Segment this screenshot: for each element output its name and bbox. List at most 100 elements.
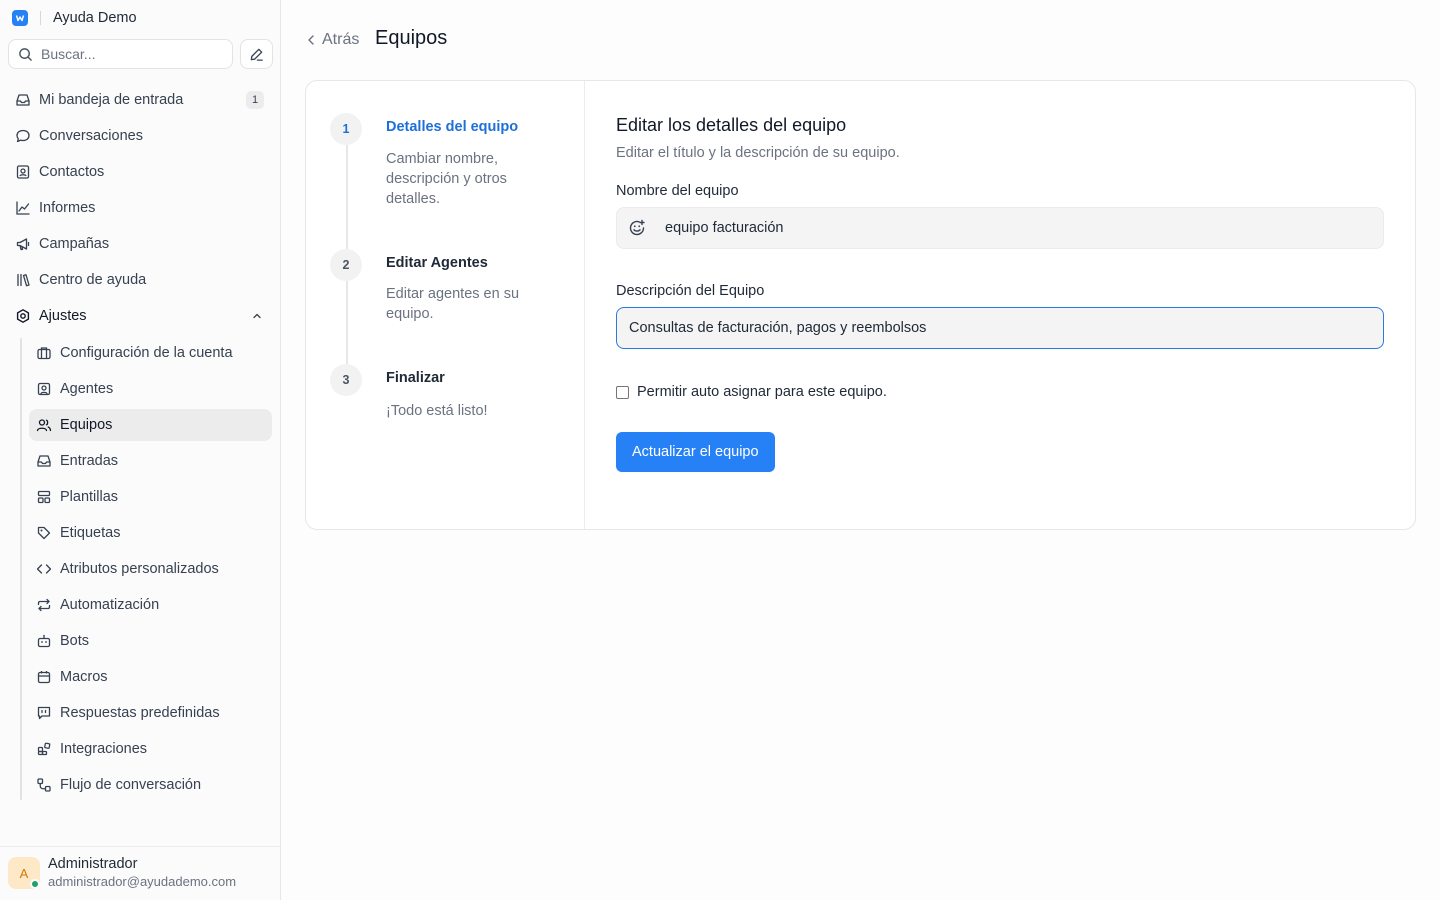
settings-item-canned-responses[interactable]: Respuestas predefinidas	[29, 697, 272, 729]
nav-item-label: Contactos	[39, 164, 105, 180]
briefcase-icon	[37, 347, 51, 360]
person-square-icon	[37, 382, 51, 396]
nav-item-label: Ajustes	[39, 308, 87, 324]
settings-item-label: Bots	[60, 633, 90, 649]
contact-card-icon	[16, 165, 30, 179]
step-title: Detalles del equipo	[386, 119, 519, 135]
chat-bubble-icon	[16, 129, 30, 143]
settings-item-label: Respuestas predefinidas	[60, 705, 220, 721]
arrows-repeat-icon	[37, 598, 51, 612]
settings-item-templates[interactable]: Plantillas	[29, 481, 272, 513]
settings-item-custom-attributes[interactable]: Atributos personalizados	[29, 553, 272, 585]
settings-gear-icon	[16, 309, 30, 323]
nav-item-label: Campañas	[39, 236, 110, 252]
settings-item-labels[interactable]: Etiquetas	[29, 517, 272, 549]
bot-icon	[37, 634, 51, 648]
template-layout-icon	[37, 490, 51, 504]
compose-button[interactable]	[240, 39, 273, 69]
settings-item-integrations[interactable]: Integraciones	[29, 733, 272, 765]
step-connector	[346, 145, 348, 249]
nav-item-label: Centro de ayuda	[39, 272, 147, 288]
step-number: 1	[330, 113, 362, 145]
auto-assign-label: Permitir auto asignar para este equipo.	[637, 384, 887, 400]
search-icon	[19, 47, 32, 61]
settings-item-automation[interactable]: Automatización	[29, 589, 272, 621]
settings-item-label: Macros	[60, 669, 108, 685]
settings-item-account[interactable]: Configuración de la cuenta	[29, 337, 272, 369]
step-title: Editar Agentes	[386, 255, 488, 271]
step-number: 2	[330, 249, 362, 281]
settings-item-label: Agentes	[60, 381, 114, 397]
nav-item-reports[interactable]: Informes	[8, 192, 272, 224]
step-title: Finalizar	[386, 370, 445, 386]
library-books-icon	[17, 273, 30, 287]
team-name-label: Nombre del equipo	[616, 183, 739, 199]
nav-item-inbox[interactable]: Mi bandeja de entrada 1	[8, 84, 272, 116]
settings-item-label: Integraciones	[60, 741, 148, 757]
step-description: Editar agentes en su equipo.	[386, 286, 520, 322]
code-brackets-icon	[36, 564, 52, 574]
auto-assign-checkbox[interactable]	[616, 385, 629, 399]
form-subtitle: Editar el título y la descripción de su …	[616, 145, 900, 161]
page-title: Equipos	[375, 27, 448, 49]
nav-item-campaigns[interactable]: Campañas	[8, 228, 272, 260]
line-chart-icon	[16, 201, 30, 215]
brand-separator	[40, 11, 41, 25]
settings-item-label: Configuración de la cuenta	[60, 345, 233, 361]
back-button[interactable]: Atrás	[306, 30, 359, 50]
settings-item-agents[interactable]: Agentes	[29, 373, 272, 405]
card-divider	[584, 81, 585, 529]
settings-subtree-line	[20, 338, 22, 800]
user-profile[interactable]: A Administrador administrador@ayudademo.…	[0, 846, 280, 900]
online-status-indicator	[30, 879, 40, 889]
team-description-field[interactable]	[616, 307, 1384, 349]
step-description: Cambiar nombre, descripción y otros deta…	[386, 151, 507, 207]
settings-item-label: Entradas	[60, 453, 119, 469]
step-connector	[346, 281, 348, 365]
user-name: Administrador	[48, 856, 138, 872]
settings-item-macros[interactable]: Macros	[29, 661, 272, 693]
nav-item-contacts[interactable]: Contactos	[8, 156, 272, 188]
team-description-label: Descripción del Equipo	[616, 283, 765, 299]
smiley-plus-icon	[629, 219, 645, 236]
form-title: Editar los detalles del equipo	[616, 115, 847, 135]
tag-icon	[37, 526, 51, 540]
settings-item-label: Automatización	[60, 597, 160, 613]
team-edit-card: 1 Detalles del equipo Cambiar nombre, de…	[305, 80, 1416, 530]
nav-item-help-center[interactable]: Centro de ayuda	[8, 264, 272, 296]
brand[interactable]: Ayuda Demo	[12, 9, 137, 27]
auto-assign-row[interactable]: Permitir auto asignar para este equipo.	[616, 384, 887, 400]
nav-item-label: Informes	[39, 200, 96, 216]
brand-logo-icon	[12, 10, 28, 26]
megaphone-icon	[16, 238, 30, 251]
nav-item-label: Conversaciones	[39, 128, 143, 144]
chevron-up-icon[interactable]	[251, 310, 263, 322]
flow-nodes-icon	[37, 778, 51, 792]
brand-name: Ayuda Demo	[53, 10, 137, 26]
update-team-button[interactable]: Actualizar el equipo	[616, 432, 775, 472]
nav-item-conversations[interactable]: Conversaciones	[8, 120, 272, 152]
settings-item-inboxes[interactable]: Entradas	[29, 445, 272, 477]
search-input[interactable]	[41, 46, 221, 62]
team-name-field[interactable]	[616, 207, 1384, 249]
team-users-icon	[36, 419, 52, 432]
nav-item-settings[interactable]: Ajustes	[8, 300, 272, 332]
settings-item-label: Equipos	[60, 417, 113, 433]
settings-item-teams[interactable]: Equipos	[29, 409, 272, 441]
back-label: Atrás	[322, 31, 360, 48]
settings-item-conversation-flow[interactable]: Flujo de conversación	[29, 769, 272, 801]
calendar-box-icon	[37, 671, 51, 684]
unread-count-badge: 1	[246, 91, 264, 109]
step-number: 3	[330, 364, 362, 396]
settings-item-bots[interactable]: Bots	[29, 625, 272, 657]
step-description: ¡Todo está listo!	[386, 403, 488, 419]
search-box[interactable]	[8, 39, 233, 69]
settings-item-label: Etiquetas	[60, 525, 121, 541]
quote-message-icon	[37, 706, 51, 720]
inbox-icon	[37, 455, 51, 467]
emoji-picker-button[interactable]	[617, 208, 657, 248]
settings-item-label: Flujo de conversación	[60, 777, 202, 793]
team-name-input[interactable]	[665, 220, 1365, 236]
team-description-input[interactable]	[629, 320, 1369, 336]
settings-item-label: Plantillas	[60, 489, 119, 505]
